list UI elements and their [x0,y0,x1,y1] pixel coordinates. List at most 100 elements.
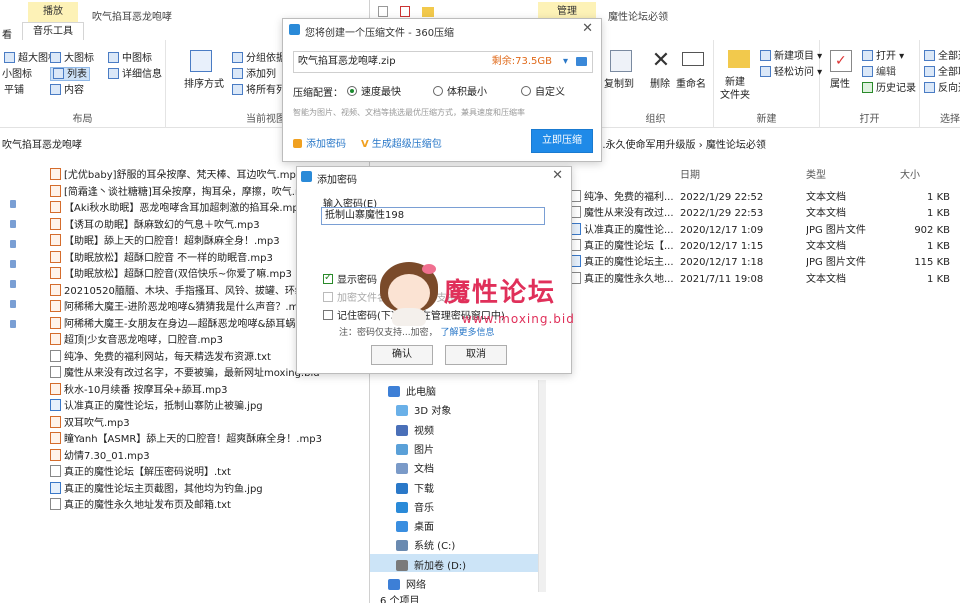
list-item[interactable]: 真正的魔性论坛主页截图，其他均为钓鱼.jpg [50,481,369,498]
watermark-title: 魔性论坛 [444,278,557,308]
list-item[interactable]: 瞳Yanh【ASMR】舔上天的口腔音！超爽酥麻全身！.mp3 [50,432,369,448]
table-row[interactable]: 魔性从来没有改过... 2022/1/29 22:53 文本文档 1 KB [570,206,960,222]
nav-item[interactable]: 图片 [396,442,434,460]
cell-date: 2020/12/17 1:18 [680,257,764,269]
list-item[interactable]: 秋水-10月续番 按摩耳朵+舔耳.mp3 [50,382,369,399]
select-all-button[interactable]: 全部选择 [924,50,960,64]
properties-button[interactable]: 属性 [830,78,850,92]
layout-content[interactable]: 内容 [50,84,84,98]
qat-folder-icon[interactable] [422,7,434,17]
right-address-bar[interactable]: ...永久使命军用升级版 › 魔性论坛必领 [596,136,960,156]
file-name: 【助眠】舔上天的口腔音！超刺酥麻全身！.mp3 [64,236,280,247]
nav-item[interactable]: 网络 [388,577,426,595]
nav-item[interactable]: 此电脑 [388,384,436,402]
delete-button[interactable]: 删除 [650,78,670,92]
column-type[interactable]: 类型 [806,168,826,184]
password-dialog-title: 添加密码 [317,175,357,186]
add-column-button[interactable]: 添加列 [232,68,276,82]
password-dialog-titlebar: 添加密码 ✕ [297,167,571,187]
list-item[interactable]: 真正的魔性永久地址发布页及邮箱.txt [50,498,369,514]
mp3-file-icon [50,168,61,180]
breadcrumb-current[interactable]: 魔性论坛必领 [706,140,766,151]
file-name: 【助眠放松】超酥口腔音 不一样的助眠音.mp3 [64,252,273,264]
list-item[interactable]: 认准真正的魔性论坛，抵制山寨防止被骗.jpg [50,399,369,415]
pin-icon[interactable] [10,220,16,228]
organize-label: 组织 [645,114,666,125]
pin-icon[interactable] [10,240,16,248]
rename-button[interactable]: 重命名 [676,78,706,92]
password-input[interactable]: 抵制山寨魔性198 [321,207,545,225]
ok-button[interactable]: 确认 [371,345,433,365]
zip-filename-field[interactable]: 吹气掐耳恶龙咆哮.zip 剩余:73.5GB ▾ [293,51,593,73]
close-icon[interactable]: ✕ [552,168,563,183]
nav-item[interactable]: 下载 [396,481,434,499]
breadcrumb-parent[interactable]: ...永久使命军用升级版 [596,140,696,151]
table-row[interactable]: 纯净、免费的福利... 2022/1/29 22:52 文本文档 1 KB [570,190,960,206]
chevron-down-icon[interactable]: ▾ [563,52,568,72]
qat-icon[interactable] [378,6,388,17]
nav-item[interactable]: 3D 对象 [396,403,451,421]
list-item[interactable]: 双耳吹气.mp3 [50,415,369,432]
file-name: 【助眠放松】超酥口腔音(双倍快乐~你爱了嘛.mp3 [64,269,292,280]
layout-large[interactable]: 大图标 [50,52,94,66]
layout-list[interactable]: 列表 [50,67,90,81]
sort-button[interactable]: 排序方式 [184,78,224,92]
pin-icon[interactable] [10,260,16,268]
cell-date: 2022/1/29 22:52 [680,192,764,203]
left-tab-view[interactable]: 看 [2,26,12,41]
option-fastest[interactable]: 速度最快 [347,83,401,98]
cell-date: 2020/12/17 1:15 [680,240,764,252]
new-folder-button[interactable]: 新建 文件夹 [720,76,750,104]
pin-icon[interactable] [10,300,16,308]
layout-medium[interactable]: 中图标 [108,52,152,66]
mp3-file-icon [50,300,61,312]
qat-properties-icon[interactable] [400,6,410,17]
left-window-title: 吹气掐耳恶龙咆哮 [92,12,172,23]
drive-c-icon [396,540,408,552]
list-item[interactable]: 幼情7.30_01.mp3 [50,448,369,465]
nav-item[interactable]: 文档 [396,461,434,479]
pin-icon[interactable] [10,320,16,328]
browse-folder-icon[interactable] [576,57,587,66]
nav-item[interactable]: 新加卷 (D:) [396,558,466,576]
invert-selection-button[interactable]: 反向选择 [924,82,960,96]
history-button[interactable]: 历史记录 [862,82,916,96]
list-item[interactable]: 真正的魔性论坛【解压密码说明】.txt [50,465,369,481]
nav-item[interactable]: 音乐 [396,500,434,518]
new-item-button[interactable]: 新建项目 ▾ [760,50,822,64]
table-row[interactable]: 真正的魔性论坛【... 2020/12/17 1:15 文本文档 1 KB [570,238,960,255]
mp3-file-icon [50,250,61,263]
nav-item[interactable]: 桌面 [396,519,434,537]
compress-now-button[interactable]: 立即压缩 [531,129,593,153]
nav-scrollbar[interactable] [538,380,546,592]
pin-icon[interactable] [10,200,16,208]
edit-button[interactable]: 编辑 [862,66,896,80]
table-row[interactable]: 真正的魔性永久地... 2021/7/11 19:08 文本文档 1 KB [570,271,960,288]
table-row[interactable]: 真正的魔性论坛主... 2020/12/17 1:18 JPG 图片文件 115 KB [570,255,960,271]
easy-access-button[interactable]: 轻松访问 ▾ [760,66,822,80]
nav-item[interactable]: 系统 (C:) [396,538,455,556]
select-none-button[interactable]: 全部取消 [924,66,960,80]
pin-icon[interactable] [10,280,16,288]
layout-details[interactable]: 详细信息 [108,68,162,82]
mp3-file-icon [50,201,61,213]
left-tab-music-tools[interactable]: 音乐工具 [22,22,84,40]
cancel-button[interactable]: 取消 [445,345,507,365]
layout-small[interactable]: 小图标 [2,68,32,82]
close-icon[interactable]: ✕ [582,21,593,36]
group-by-button[interactable]: 分组依据 [232,52,286,66]
option-smallest[interactable]: 体积最小 [433,83,487,98]
column-size[interactable]: 大小 [900,168,920,184]
create-volume-link[interactable]: V 生成超级压缩包 [361,135,442,150]
table-row[interactable]: 认准真正的魔性论... 2020/12/17 1:09 JPG 图片文件 902 KB [570,222,960,239]
copy-to-button[interactable]: 复制到 [604,78,634,92]
mp3-file-icon [50,234,61,246]
add-password-link[interactable]: 添加密码 [293,135,346,150]
nav-item[interactable]: 视频 [396,423,434,441]
left-context-tab[interactable]: 播放 [28,2,78,22]
layout-tiles[interactable]: 平铺 [4,84,24,98]
column-date[interactable]: 日期 [680,168,700,184]
option-custom[interactable]: 自定义 [521,83,565,98]
show-password-checkbox[interactable]: 显示密码 [323,271,377,286]
open-button[interactable]: 打开 ▾ [862,50,904,64]
